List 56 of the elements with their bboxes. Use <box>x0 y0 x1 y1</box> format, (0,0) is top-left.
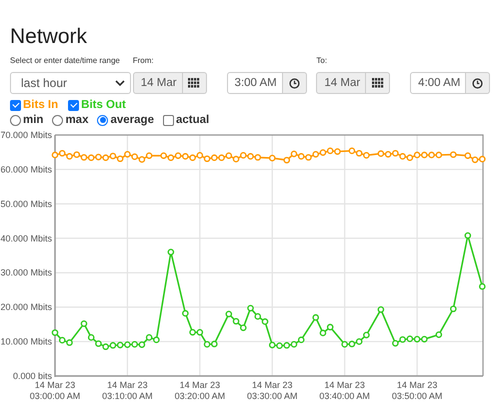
checkbox[interactable] <box>10 100 21 110</box>
data-point <box>80 320 88 327</box>
data-point <box>450 151 457 158</box>
data-point <box>450 306 457 312</box>
checkbox[interactable] <box>68 100 80 110</box>
data-point <box>436 331 442 338</box>
option-label: average <box>110 114 154 126</box>
date-field[interactable]: 14 Mar <box>316 72 366 94</box>
radio-button[interactable] <box>52 114 64 126</box>
option-label: max <box>65 114 88 126</box>
axis-label: 60.000 Mbits <box>0 164 52 174</box>
data-point <box>182 310 189 317</box>
calendar-button[interactable] <box>366 72 390 94</box>
radio-button[interactable] <box>97 114 108 126</box>
field-label: To: <box>316 55 328 67</box>
series-label: Bits In <box>23 99 58 111</box>
time-field[interactable]: 3:00 AM <box>226 72 283 94</box>
axis-label: 70.000 Mbits <box>0 130 52 140</box>
clock-button[interactable] <box>282 72 307 94</box>
axis-label: 50.000 Mbits <box>0 198 52 209</box>
checkbox[interactable] <box>162 114 174 126</box>
series-label: Bits Out <box>81 99 126 111</box>
caret-icon <box>115 80 125 86</box>
axis-label: 14 Mar 23 03:00:00 AM <box>30 380 80 401</box>
data-point <box>478 283 486 290</box>
axis-label: 20.000 Mbits <box>0 302 52 312</box>
grid-icon <box>372 78 384 88</box>
axis-label: 14 Mar 23 03:40:00 AM <box>319 380 370 401</box>
time-field[interactable]: 4:00 AM <box>410 72 466 94</box>
data-point <box>247 304 254 312</box>
data-point <box>168 248 174 256</box>
axis-label: 10.000 Mbits <box>0 336 52 347</box>
field-label: Select or enter date/time range <box>10 55 120 67</box>
date-field[interactable]: 14 Mar <box>132 72 183 94</box>
data-point <box>312 314 319 321</box>
clock-icon <box>288 78 300 88</box>
axis-label: 30.000 Mbits <box>0 268 52 278</box>
axis-label: 14 Mar 23 03:10:00 AM <box>102 380 153 401</box>
grid-icon <box>188 78 200 88</box>
range-dropdown[interactable]: last hour <box>10 72 131 94</box>
axis-label: 14 Mar 23 03:30:00 AM <box>246 380 298 401</box>
axis-label: 40.000 Mbits <box>0 233 52 244</box>
option-label: actual <box>176 114 210 126</box>
axis-label: 0.000 bits <box>12 371 52 381</box>
axis-label: 14 Mar 23 03:20:00 AM <box>174 380 226 401</box>
data-point <box>464 232 472 239</box>
axis-label: 14 Mar 23 03:50:00 AM <box>392 380 442 401</box>
clock-button[interactable] <box>466 72 490 94</box>
data-point <box>268 154 276 162</box>
page-title: Network <box>10 24 88 50</box>
clock-icon <box>472 78 484 88</box>
data-point <box>378 306 384 313</box>
option-label: min <box>23 114 44 126</box>
field-label: From: <box>132 55 154 67</box>
radio-button[interactable] <box>10 114 21 126</box>
calendar-button[interactable] <box>182 72 207 94</box>
